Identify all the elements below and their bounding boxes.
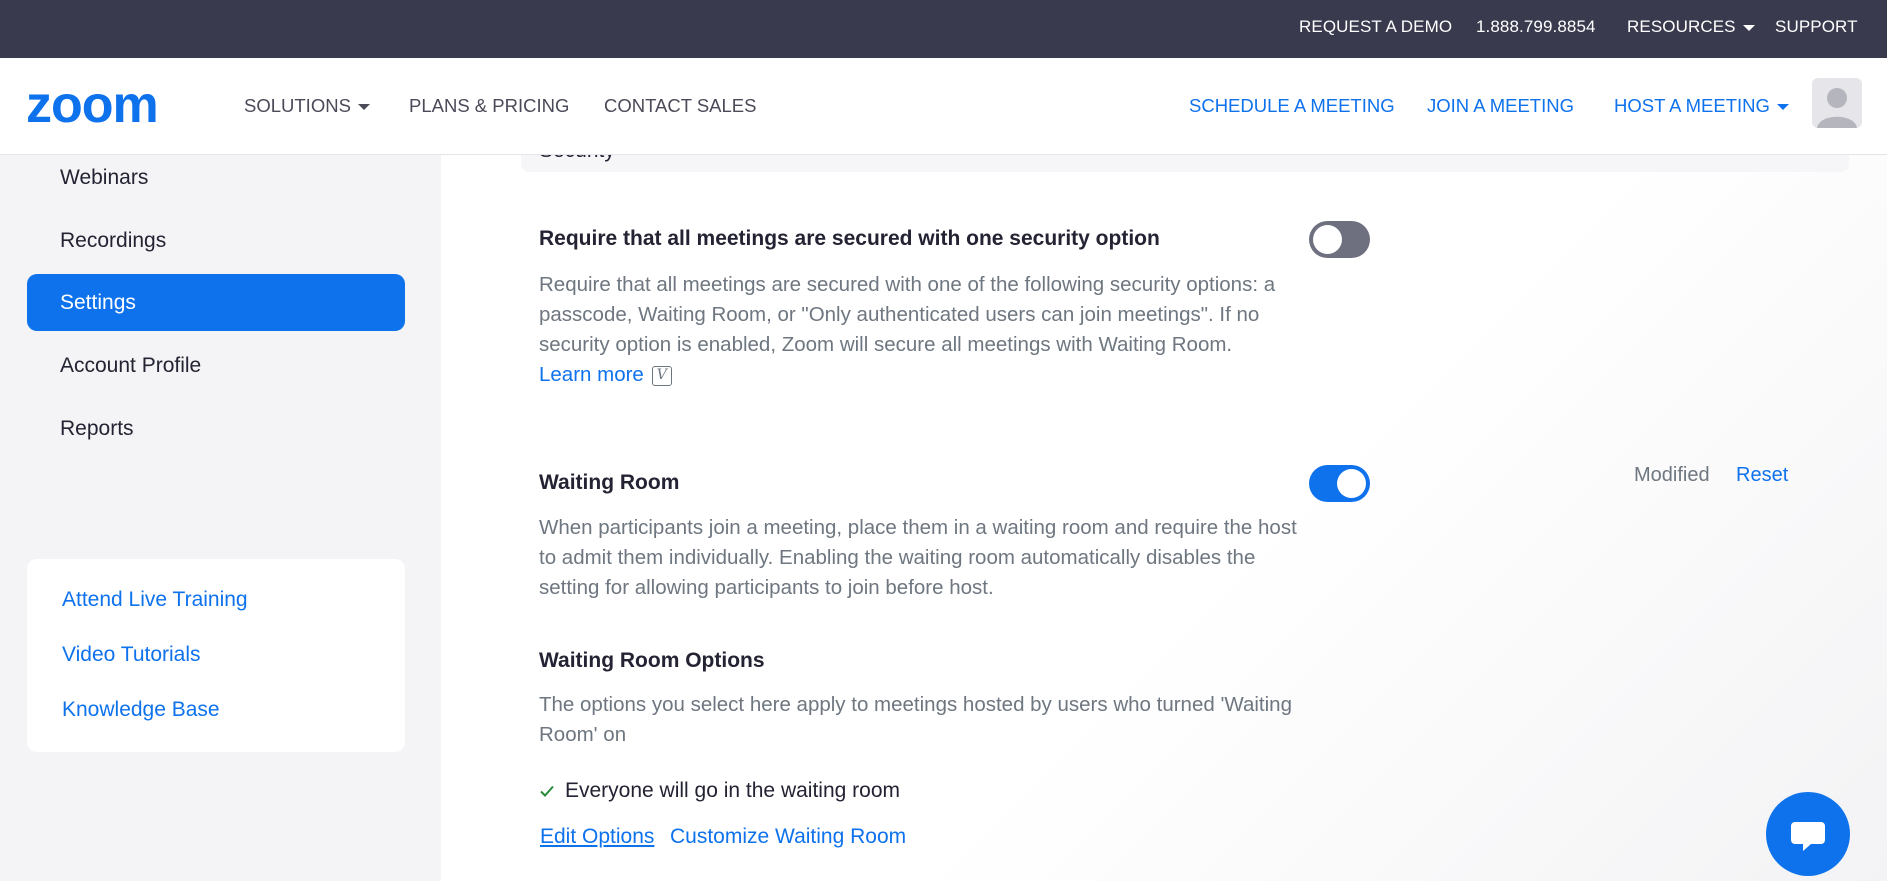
host-meeting-label: HOST A MEETING bbox=[1614, 95, 1770, 116]
chat-bubble-icon bbox=[1791, 822, 1825, 851]
schedule-meeting-link[interactable]: SCHEDULE A MEETING bbox=[1189, 58, 1395, 154]
caret-down-icon bbox=[1742, 24, 1755, 31]
resources-menu[interactable]: RESOURCES bbox=[1627, 0, 1755, 58]
modified-label: Modified bbox=[1634, 464, 1710, 486]
edit-options-link[interactable]: Edit Options bbox=[540, 825, 654, 849]
sidebar-item-reports[interactable]: Reports bbox=[27, 400, 405, 457]
solutions-label: SOLUTIONS bbox=[244, 95, 351, 116]
phone-number-link[interactable]: 1.888.799.8854 bbox=[1476, 0, 1596, 58]
customize-waiting-room-link[interactable]: Customize Waiting Room bbox=[670, 825, 906, 849]
video-tutorials-link[interactable]: Video Tutorials bbox=[62, 643, 201, 667]
secure-option-toggle[interactable] bbox=[1309, 221, 1370, 258]
plans-pricing-link[interactable]: PLANS & PRICING bbox=[409, 58, 569, 154]
waiting-room-options-title: Waiting Room Options bbox=[539, 649, 765, 672]
chat-button[interactable] bbox=[1766, 792, 1850, 876]
waiting-room-options-description: The options you select here apply to mee… bbox=[539, 693, 1292, 746]
knowledge-base-link[interactable]: Knowledge Base bbox=[62, 698, 220, 722]
v-badge-icon: V bbox=[651, 365, 672, 386]
attend-live-training-link[interactable]: Attend Live Training bbox=[62, 588, 248, 612]
waiting-room-description: When participants join a meeting, place … bbox=[539, 516, 1297, 599]
reset-link[interactable]: Reset bbox=[1736, 464, 1788, 487]
help-card: Attend Live Training Video Tutorials Kno… bbox=[27, 559, 405, 752]
sidebar-item-settings[interactable]: Settings bbox=[27, 274, 405, 331]
secure-option-title: Require that all meetings are secured wi… bbox=[539, 227, 1160, 250]
join-meeting-link[interactable]: JOIN A MEETING bbox=[1427, 58, 1574, 154]
sidebar: Webinars Recordings Settings Account Pro… bbox=[0, 155, 441, 881]
main-header: zoom SOLUTIONS PLANS & PRICING CONTACT S… bbox=[0, 58, 1887, 155]
support-link[interactable]: SUPPORT bbox=[1775, 0, 1858, 58]
check-icon bbox=[540, 786, 554, 798]
avatar[interactable] bbox=[1812, 78, 1862, 128]
avatar-icon bbox=[1817, 88, 1857, 128]
sidebar-item-account-profile[interactable]: Account Profile bbox=[27, 337, 405, 394]
request-demo-link[interactable]: REQUEST A DEMO bbox=[1299, 0, 1452, 58]
host-meeting-menu[interactable]: HOST A MEETING bbox=[1614, 58, 1789, 154]
selected-option: Everyone will go in the waiting room bbox=[539, 779, 900, 803]
solutions-menu[interactable]: SOLUTIONS bbox=[244, 58, 370, 154]
toggle-knob bbox=[1313, 225, 1342, 254]
caret-down-icon bbox=[357, 104, 370, 111]
zoom-logo[interactable]: zoom bbox=[26, 82, 194, 130]
contact-sales-link[interactable]: CONTACT SALES bbox=[604, 58, 757, 154]
toggle-knob bbox=[1337, 469, 1366, 498]
resources-label: RESOURCES bbox=[1627, 17, 1736, 36]
waiting-room-toggle[interactable] bbox=[1309, 465, 1370, 502]
secure-option-description-text: Require that all meetings are secured wi… bbox=[539, 273, 1276, 356]
settings-content: Security Require that all meetings are s… bbox=[441, 125, 1887, 881]
secure-option-description: Require that all meetings are secured wi… bbox=[539, 270, 1319, 390]
top-utility-bar: REQUEST A DEMO 1.888.799.8854 RESOURCES … bbox=[0, 0, 1887, 58]
caret-down-icon bbox=[1776, 104, 1789, 111]
waiting-room-title: Waiting Room bbox=[539, 471, 680, 494]
learn-more-link[interactable]: Learn more bbox=[539, 363, 644, 386]
sidebar-item-webinars[interactable]: Webinars bbox=[27, 149, 405, 206]
sidebar-item-recordings[interactable]: Recordings bbox=[27, 212, 405, 269]
selected-option-text: Everyone will go in the waiting room bbox=[565, 779, 900, 802]
logo-text: zoom bbox=[26, 82, 158, 130]
